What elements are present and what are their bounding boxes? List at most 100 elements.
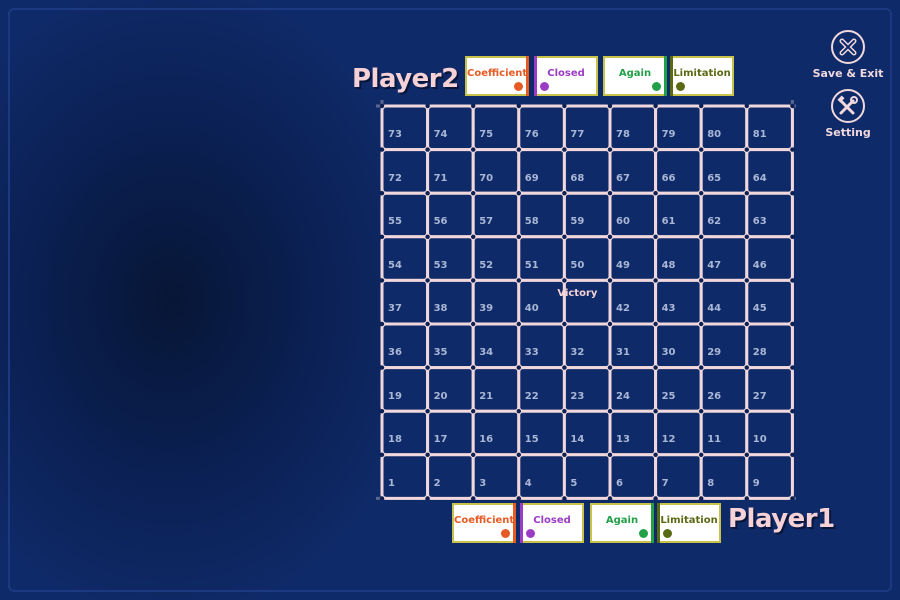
cell-number: 58 bbox=[524, 216, 539, 228]
grid-node-dot bbox=[699, 321, 704, 327]
board-cell bbox=[654, 409, 703, 457]
grid-node-dot bbox=[744, 147, 749, 152]
board-cell bbox=[517, 104, 566, 152]
cell-number: 50 bbox=[570, 259, 585, 271]
cell-number: 42 bbox=[616, 303, 630, 315]
grid-node-dot bbox=[516, 234, 521, 239]
grid-node-dot bbox=[790, 103, 795, 109]
board-cell bbox=[471, 104, 521, 152]
card-label: Closed bbox=[533, 515, 571, 526]
board-cell bbox=[426, 235, 475, 282]
grid-node-dot bbox=[425, 321, 430, 327]
cell-number: 33 bbox=[524, 347, 539, 358]
cell-number: 52 bbox=[479, 259, 494, 271]
grid-node-dot bbox=[653, 365, 658, 370]
board-cell bbox=[380, 366, 430, 413]
card-dot-icon bbox=[514, 82, 523, 91]
grid-node-dot bbox=[699, 103, 704, 109]
board-cell bbox=[380, 453, 430, 500]
player2-card-limitation[interactable]: Limitation bbox=[670, 56, 734, 96]
board-cell bbox=[654, 453, 703, 500]
cell-number: 3 bbox=[479, 477, 487, 489]
board-cell bbox=[517, 191, 566, 239]
player2-card-again[interactable]: Again bbox=[603, 56, 667, 96]
grid-node-dot bbox=[653, 234, 658, 239]
cell-number: 34 bbox=[479, 347, 494, 358]
cell-number: 69 bbox=[524, 172, 539, 184]
cell-number: 6 bbox=[616, 477, 623, 489]
cell-number: 77 bbox=[570, 129, 585, 140]
grid-node-dot bbox=[562, 103, 567, 109]
grid-node-dot bbox=[425, 409, 430, 414]
cell-number: 4 bbox=[524, 477, 532, 489]
grid-node-dot bbox=[699, 147, 704, 152]
board-cell bbox=[608, 409, 658, 457]
grid-node-dot bbox=[562, 452, 567, 457]
grid-node-dot bbox=[562, 321, 567, 327]
card-dot-icon bbox=[540, 82, 549, 91]
cell-number: 18 bbox=[388, 434, 402, 446]
grid-node-dot bbox=[653, 452, 658, 457]
player2-card-coefficient[interactable]: Coefficient bbox=[465, 56, 529, 96]
cell-number: 51 bbox=[524, 259, 539, 271]
card-dot-icon bbox=[652, 82, 661, 91]
cell-number: 14 bbox=[570, 434, 585, 446]
board-cell bbox=[608, 191, 658, 239]
grid-node-dot bbox=[744, 365, 749, 370]
grid-node-dot bbox=[790, 321, 795, 327]
cell-number: 7 bbox=[661, 477, 669, 489]
cell-number: 62 bbox=[707, 216, 722, 228]
card-dot-icon bbox=[501, 529, 510, 538]
cell-number: 78 bbox=[616, 129, 630, 140]
board-cell bbox=[608, 148, 658, 195]
grid-node-dot bbox=[790, 452, 795, 457]
board-cell bbox=[380, 409, 430, 457]
save-exit-button[interactable]: Save & Exit bbox=[806, 30, 890, 80]
grid-node-dot bbox=[516, 103, 521, 109]
grid-node-dot bbox=[471, 278, 476, 283]
player1-card-again[interactable]: Again bbox=[590, 503, 654, 543]
cell-number: 37 bbox=[388, 303, 402, 315]
cell-number: 32 bbox=[570, 347, 585, 358]
board-cell bbox=[745, 409, 794, 457]
player1-card-closed[interactable]: Closed bbox=[520, 503, 584, 543]
grid-node-dot bbox=[699, 409, 704, 414]
cell-number: 71 bbox=[433, 172, 448, 184]
cell-number: 40 bbox=[524, 303, 539, 315]
grid-node-dot bbox=[562, 365, 567, 370]
board-cell bbox=[517, 409, 566, 457]
player2-card-closed[interactable]: Closed bbox=[534, 56, 598, 96]
cell-number: 16 bbox=[479, 434, 494, 446]
board-cell bbox=[745, 235, 794, 282]
cell-number: 67 bbox=[616, 172, 630, 184]
board-cell bbox=[562, 235, 612, 282]
player1-card-coefficient[interactable]: Coefficient bbox=[452, 503, 516, 543]
board-cell bbox=[426, 322, 475, 370]
cell-number: 1 bbox=[388, 477, 395, 489]
cell-number: 61 bbox=[661, 216, 676, 228]
board-cell bbox=[426, 148, 475, 195]
grid-node-dot bbox=[471, 103, 476, 109]
cell-number: 55 bbox=[388, 216, 402, 228]
cell-number: 39 bbox=[479, 303, 494, 315]
card-dot-icon bbox=[676, 82, 685, 91]
grid-node-dot bbox=[699, 452, 704, 457]
cell-number: 63 bbox=[752, 216, 767, 228]
grid-node-dot bbox=[516, 191, 521, 196]
player1-card-limitation[interactable]: Limitation bbox=[657, 503, 721, 543]
cell-number: 76 bbox=[524, 129, 539, 140]
grid-node-dot bbox=[379, 147, 385, 152]
cell-number: 23 bbox=[570, 390, 585, 402]
cell-number: 66 bbox=[661, 172, 676, 184]
setting-button[interactable]: Setting bbox=[806, 89, 890, 139]
cell-number: 72 bbox=[388, 172, 402, 184]
grid-node-dot bbox=[379, 278, 385, 283]
cell-number: 17 bbox=[433, 434, 448, 446]
cell-number: 36 bbox=[388, 347, 402, 358]
board-cell bbox=[517, 322, 566, 370]
game-board: 73 74 75 76 77 78 79 80 81 72 71 70 69 68 67 66 65 64 55 56… bbox=[376, 100, 798, 500]
card-dot-icon bbox=[639, 529, 648, 538]
cell-number: 25 bbox=[661, 390, 676, 402]
board-cell bbox=[562, 322, 612, 370]
cell-number: 65 bbox=[707, 172, 722, 184]
